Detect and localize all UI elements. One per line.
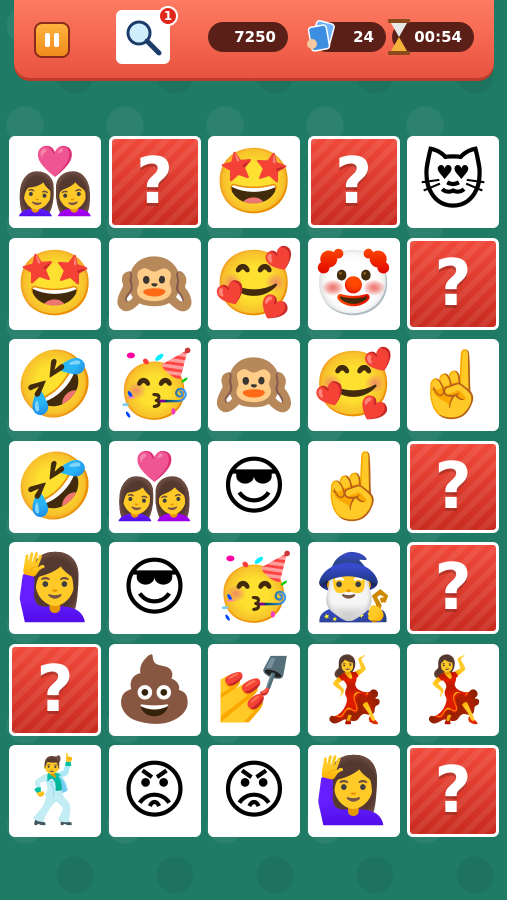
wizard-icon: 🧙‍♂️ (313, 551, 394, 625)
score-display: 7250 (208, 22, 288, 52)
card-angry-face[interactable]: 😡 (108, 745, 201, 837)
top-bar: 1 7250 24 00:54 (14, 0, 494, 78)
couple-with-heart-icon: 👩‍❤️‍👩 (114, 449, 195, 524)
card-partying-face[interactable]: 🥳 (108, 339, 201, 431)
question-mark-icon: ? (434, 754, 472, 828)
score-value: 7250 (234, 28, 276, 46)
hourglass-icon (388, 19, 410, 55)
card-pile-of-poo[interactable]: 💩 (108, 643, 201, 736)
nail-polish-icon: 💅 (214, 652, 294, 727)
card-sunglasses-face[interactable]: 😎 (108, 542, 201, 634)
card-woman-dancing[interactable]: 💃 (407, 643, 499, 736)
card-hear-no-evil-monkey[interactable]: 🙉 (108, 237, 201, 330)
card-nail-polish[interactable]: 💅 (208, 643, 300, 736)
card-heart-eyes-cat[interactable]: 😻 (407, 136, 499, 228)
card-star-struck[interactable]: 🤩 (208, 136, 300, 228)
question-mark-icon: ? (434, 551, 472, 625)
cards-icon (307, 20, 335, 52)
moves-value: 24 (353, 28, 374, 46)
card-smiling-face-with-hearts[interactable]: 🥰 (307, 339, 400, 431)
card-wizard[interactable]: 🧙‍♂️ (307, 542, 400, 634)
card-star-struck[interactable]: 🤩 (9, 237, 101, 330)
moves-display: 24 (307, 20, 386, 52)
star-struck-icon: 🤩 (15, 246, 95, 321)
hidden-card[interactable]: ? (307, 136, 400, 228)
card-clown-face[interactable]: 🤡 (307, 237, 400, 330)
card-woman-dancing[interactable]: 💃 (307, 643, 400, 736)
pause-button[interactable] (34, 22, 70, 58)
hidden-card[interactable]: ? (407, 542, 499, 634)
hint-count-badge: 1 (158, 6, 178, 26)
pause-icon (45, 33, 50, 47)
card-rolling-laughing[interactable]: 🤣 (9, 440, 101, 533)
question-mark-icon: ? (135, 145, 174, 219)
couple-with-heart-icon: 👩‍❤️‍👩 (15, 145, 95, 219)
card-index-pointing-up[interactable]: ☝️ (407, 339, 499, 431)
timer-value: 00:54 (414, 28, 462, 46)
hear-no-evil-monkey-icon: 🙉 (114, 246, 195, 321)
woman-dancing-icon: 💃 (313, 652, 394, 727)
smiling-face-with-hearts-icon: 🥰 (313, 348, 394, 422)
hidden-card[interactable]: ? (108, 136, 201, 228)
card-woman-raising-hand[interactable]: 🙋‍♀️ (307, 745, 400, 837)
card-index-pointing-up[interactable]: ☝️ (307, 440, 400, 533)
star-struck-icon: 🤩 (214, 145, 294, 219)
card-smiling-face-with-hearts[interactable]: 🥰 (208, 237, 300, 330)
hidden-card[interactable]: ? (407, 237, 499, 330)
card-sunglasses-face[interactable]: 😎 (208, 440, 300, 533)
question-mark-icon: ? (334, 145, 373, 219)
card-partying-face[interactable]: 🥳 (208, 542, 300, 634)
man-dancing-icon: 🕺 (15, 754, 95, 828)
card-hear-no-evil-monkey[interactable]: 🙉 (208, 339, 300, 431)
index-pointing-up-icon: ☝️ (313, 449, 394, 524)
sunglasses-face-icon: 😎 (220, 449, 288, 524)
hidden-card[interactable]: ? (9, 643, 101, 736)
partying-face-icon: 🥳 (114, 348, 195, 422)
hint-button[interactable]: 1 (116, 6, 178, 64)
timer-display: 00:54 (388, 19, 474, 55)
hidden-card[interactable]: ? (407, 440, 499, 533)
rolling-laughing-icon: 🤣 (15, 348, 95, 422)
rolling-laughing-icon: 🤣 (15, 449, 95, 524)
hidden-card[interactable]: ? (407, 745, 499, 837)
pile-of-poo-icon: 💩 (114, 652, 195, 727)
pause-icon (54, 33, 59, 47)
smiling-face-with-hearts-icon: 🥰 (214, 246, 294, 321)
index-pointing-up-icon: ☝️ (413, 348, 493, 422)
heart-eyes-cat-icon: 😻 (419, 145, 487, 219)
card-angry-face[interactable]: 😡 (208, 745, 300, 837)
card-rolling-laughing[interactable]: 🤣 (9, 339, 101, 431)
woman-raising-hand-icon: 🙋‍♀️ (15, 551, 95, 625)
woman-dancing-icon: 💃 (413, 652, 493, 727)
clown-face-icon: 🤡 (313, 246, 394, 321)
card-woman-raising-hand[interactable]: 🙋‍♀️ (9, 542, 101, 634)
angry-face-icon: 😡 (121, 754, 188, 828)
partying-face-icon: 🥳 (214, 551, 294, 625)
sunglasses-face-icon: 😎 (121, 551, 188, 625)
question-mark-icon: ? (434, 246, 472, 321)
woman-raising-hand-icon: 🙋‍♀️ (313, 754, 394, 828)
question-mark-icon: ? (36, 652, 74, 727)
card-couple-with-heart[interactable]: 👩‍❤️‍👩 (9, 136, 101, 228)
question-mark-icon: ? (434, 449, 472, 524)
angry-face-icon: 😡 (220, 754, 288, 828)
card-couple-with-heart[interactable]: 👩‍❤️‍👩 (108, 440, 201, 533)
hear-no-evil-monkey-icon: 🙉 (214, 348, 294, 422)
magnifier-icon (126, 20, 162, 56)
card-man-dancing[interactable]: 🕺 (9, 745, 101, 837)
